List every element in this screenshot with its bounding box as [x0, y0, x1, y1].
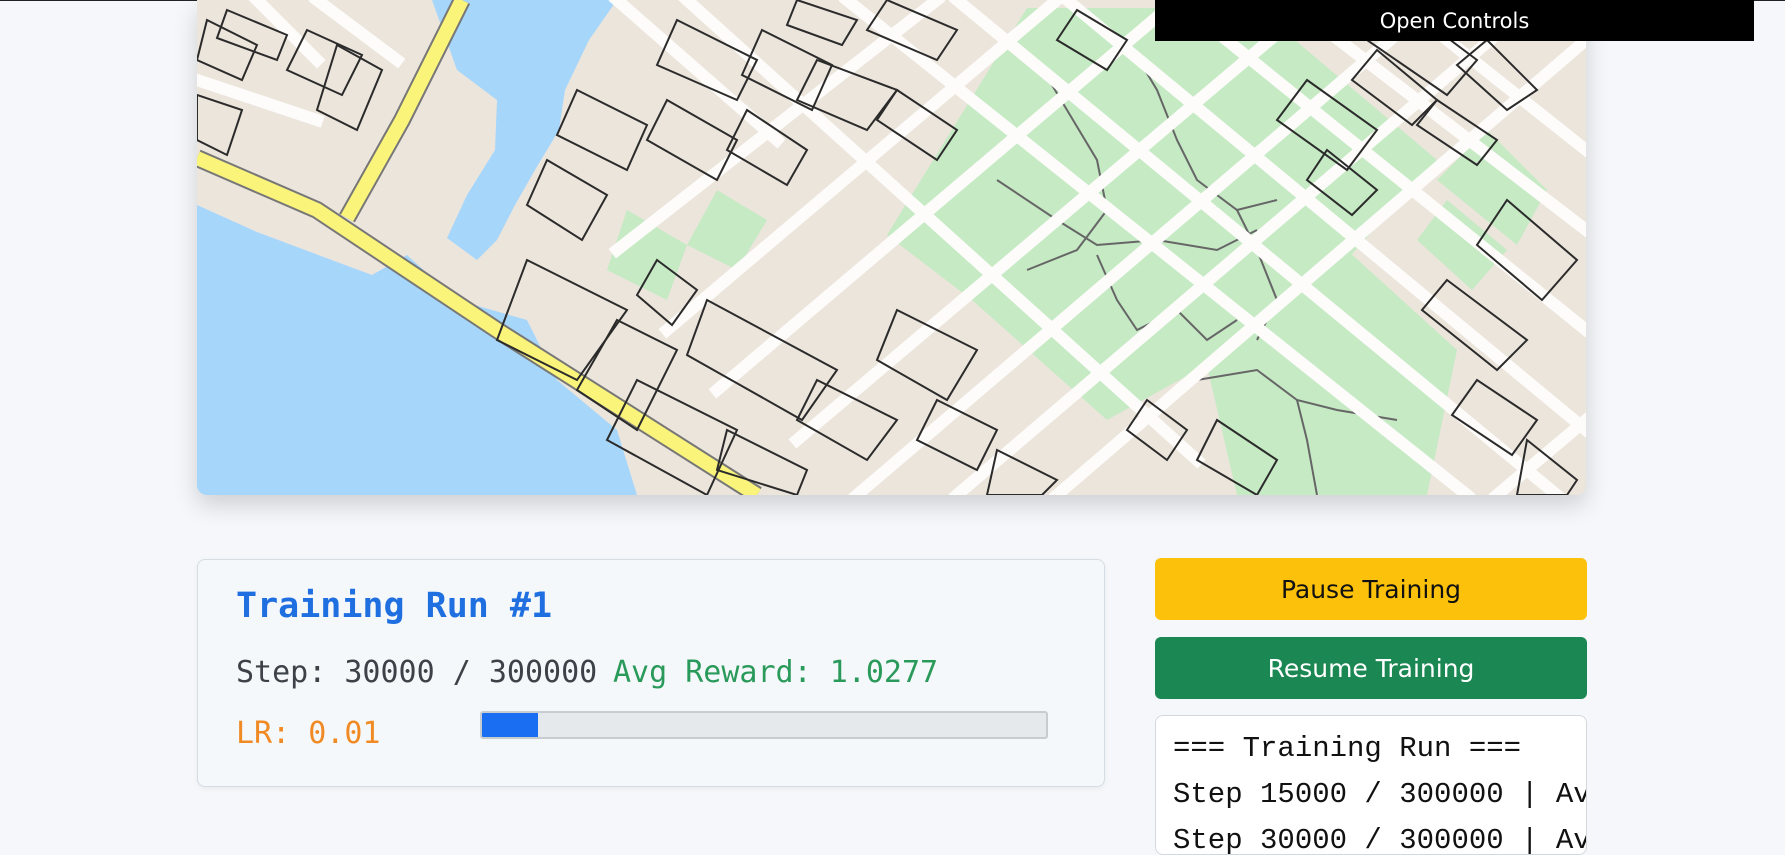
resume-training-button[interactable]: Resume Training [1155, 637, 1587, 699]
log-line: Step 15000 / 300000 | Avg [1173, 778, 1587, 811]
avg-reward: Avg Reward: 1.0277 [613, 655, 939, 690]
learning-rate: LR: 0.01 [236, 716, 381, 751]
pause-training-button[interactable]: Pause Training [1155, 558, 1587, 620]
step-counter: Step: 30000 / 300000 [236, 655, 598, 690]
log-line: === Training Run === [1173, 732, 1522, 765]
training-log-panel[interactable]: === Training Run === Step 15000 / 300000… [1155, 715, 1587, 855]
log-line: Step 30000 / 300000 | Avg [1173, 824, 1587, 855]
training-progress-bar [480, 711, 1048, 739]
training-run-title: Training Run #1 [236, 586, 553, 626]
training-stats-card: Training Run #1 Step: 30000 / 300000 Avg… [197, 559, 1105, 787]
training-progress-fill [482, 713, 539, 737]
city-map[interactable] [197, 0, 1586, 495]
open-controls-button[interactable]: Open Controls [1155, 0, 1754, 41]
map-canvas[interactable] [197, 0, 1586, 495]
